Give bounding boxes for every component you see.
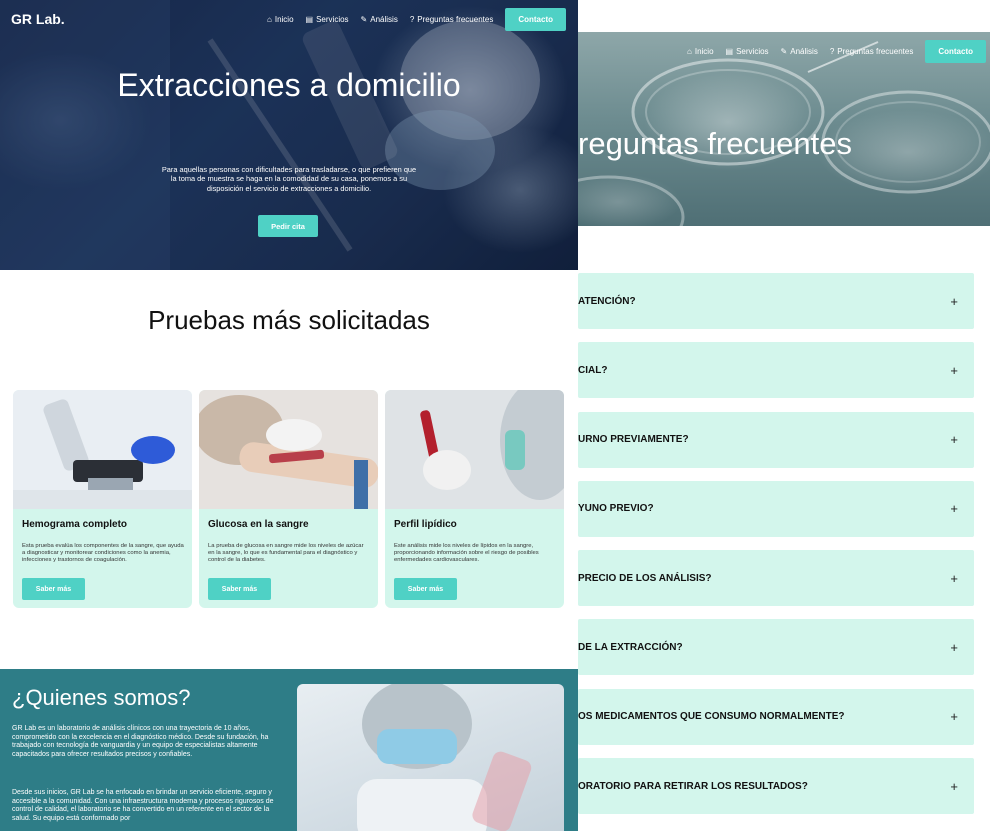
blood-sample-tube-image bbox=[385, 390, 564, 509]
plus-icon[interactable]: + bbox=[950, 640, 958, 655]
lab-technician-image bbox=[297, 684, 564, 831]
hero-banner: GR Lab. ⌂ Inicio ▤ Servicios ✎ Análisis ? Pr… bbox=[0, 0, 578, 270]
faq-question: ATENCIÓN? bbox=[578, 295, 636, 307]
faq-item[interactable]: ATENCIÓN? + bbox=[578, 273, 974, 329]
test-card: Glucosa en la sangre La prueba de glucos… bbox=[199, 390, 378, 608]
nav-item-preguntas[interactable]: ? Preguntas frecuentes bbox=[830, 47, 914, 56]
question-circle-icon: ? bbox=[829, 47, 835, 56]
syringe-icon: ✎ bbox=[360, 15, 368, 24]
home-page: GR Lab. ⌂ Inicio ▤ Servicios ✎ Análisis ? Pr… bbox=[0, 0, 578, 831]
card-description: La prueba de glucosa en sangre mide los … bbox=[208, 543, 364, 564]
book-appointment-button[interactable]: Pedir cita bbox=[258, 215, 318, 237]
nav-item-inicio[interactable]: ⌂ Inicio bbox=[267, 15, 294, 24]
plus-icon[interactable]: + bbox=[950, 571, 958, 586]
faq-question: PRECIO DE LOS ANÁLISIS? bbox=[578, 572, 712, 584]
logo[interactable]: GR Lab. bbox=[11, 11, 65, 27]
faq-question: URNO PREVIAMENTE? bbox=[578, 434, 689, 446]
nav-item-analisis[interactable]: ✎ Análisis bbox=[781, 47, 818, 56]
clipboard-icon: ▤ bbox=[725, 47, 734, 56]
faq-item[interactable]: YUNO PREVIO? + bbox=[578, 480, 974, 537]
faq-hero-banner: ⌂ Inicio ▤ Servicios ✎ Análisis ? Preguntas … bbox=[578, 32, 990, 226]
learn-more-button[interactable]: Saber más bbox=[22, 578, 85, 600]
card-title: Hemograma completo bbox=[22, 519, 128, 530]
plus-icon[interactable]: + bbox=[950, 294, 958, 309]
contact-button[interactable]: Contacto bbox=[505, 8, 566, 31]
test-card: Perfil lipídico Este análisis mide los n… bbox=[385, 390, 564, 608]
about-title: ¿Quienes somos? bbox=[12, 685, 191, 710]
plus-icon[interactable]: + bbox=[950, 432, 958, 447]
faq-list: ATENCIÓN? + CIAL? + URNO PREVIAMENTE? + YUN… bbox=[578, 273, 974, 827]
nav-item-preguntas[interactable]: ? Preguntas frecuentes bbox=[410, 15, 494, 24]
faq-navbar: ⌂ Inicio ▤ Servicios ✎ Análisis ? Preguntas … bbox=[687, 40, 986, 63]
card-title: Perfil lipídico bbox=[394, 519, 457, 530]
faq-question: DE LA EXTRACCIÓN? bbox=[578, 641, 683, 653]
hero-text: Para aquellas personas con dificultades … bbox=[161, 165, 417, 193]
plus-icon[interactable]: + bbox=[950, 501, 958, 516]
faq-question: YUNO PREVIO? bbox=[578, 503, 654, 515]
nav-item-servicios[interactable]: ▤ Servicios bbox=[726, 47, 769, 56]
plus-icon[interactable]: + bbox=[950, 779, 958, 794]
faq-item[interactable]: OS MEDICAMENTOS QUE CONSUMO NORMALMENTE?… bbox=[578, 688, 974, 745]
home-icon: ⌂ bbox=[687, 47, 692, 56]
about-paragraph: Desde sus inicios, GR Lab se ha enfocado… bbox=[12, 789, 274, 823]
faq-item[interactable]: URNO PREVIAMENTE? + bbox=[578, 411, 974, 468]
faq-item[interactable]: PRECIO DE LOS ANÁLISIS? + bbox=[578, 550, 974, 607]
question-circle-icon: ? bbox=[409, 15, 415, 24]
about-paragraph: GR Lab es un laboratorio de análisis clí… bbox=[12, 725, 269, 759]
nav-item-inicio[interactable]: ⌂ Inicio bbox=[687, 47, 714, 56]
tests-cards: Hemograma completo Esta prueba evalúa lo… bbox=[13, 390, 564, 608]
clipboard-icon: ▤ bbox=[305, 15, 314, 24]
faq-question: CIAL? bbox=[578, 364, 608, 376]
nav-item-servicios[interactable]: ▤ Servicios bbox=[306, 15, 349, 24]
syringe-icon: ✎ bbox=[780, 47, 788, 56]
learn-more-button[interactable]: Saber más bbox=[394, 578, 457, 600]
navbar: ⌂ Inicio ▤ Servicios ✎ Análisis ? Preguntas … bbox=[267, 8, 566, 31]
faq-page: ⌂ Inicio ▤ Servicios ✎ Análisis ? Preguntas … bbox=[578, 32, 990, 831]
nav-item-analisis[interactable]: ✎ Análisis bbox=[361, 15, 398, 24]
plus-icon[interactable]: + bbox=[950, 709, 958, 724]
microscope-image bbox=[13, 390, 192, 509]
faq-question: OS MEDICAMENTOS QUE CONSUMO NORMALMENTE? bbox=[578, 711, 845, 723]
faq-item[interactable]: CIAL? + bbox=[578, 342, 974, 399]
test-card: Hemograma completo Esta prueba evalúa lo… bbox=[13, 390, 192, 608]
contact-button[interactable]: Contacto bbox=[925, 40, 986, 63]
card-description: Este análisis mide los niveles de lípido… bbox=[394, 543, 539, 564]
faq-question: ORATORIO PARA RETIRAR LOS RESULTADOS? bbox=[578, 780, 808, 792]
tests-section-title: Pruebas más solicitadas bbox=[148, 305, 430, 335]
card-description: Esta prueba evalúa los componentes de la… bbox=[22, 543, 184, 564]
faq-item[interactable]: DE LA EXTRACCIÓN? + bbox=[578, 619, 974, 676]
home-icon: ⌂ bbox=[267, 15, 272, 24]
screenshot-stage: ⌂ Inicio ▤ Servicios ✎ Análisis ? Preguntas … bbox=[0, 0, 990, 831]
blood-draw-image bbox=[199, 390, 378, 509]
learn-more-button[interactable]: Saber más bbox=[208, 578, 271, 600]
plus-icon[interactable]: + bbox=[950, 363, 958, 378]
card-title: Glucosa en la sangre bbox=[208, 519, 309, 530]
faq-page-title: reguntas frecuentes bbox=[578, 126, 853, 161]
hero-title: Extracciones a domicilio bbox=[117, 67, 461, 103]
faq-item[interactable]: ORATORIO PARA RETIRAR LOS RESULTADOS? + bbox=[578, 758, 974, 815]
about-section: ¿Quienes somos? GR Lab es un laboratorio… bbox=[0, 669, 578, 831]
